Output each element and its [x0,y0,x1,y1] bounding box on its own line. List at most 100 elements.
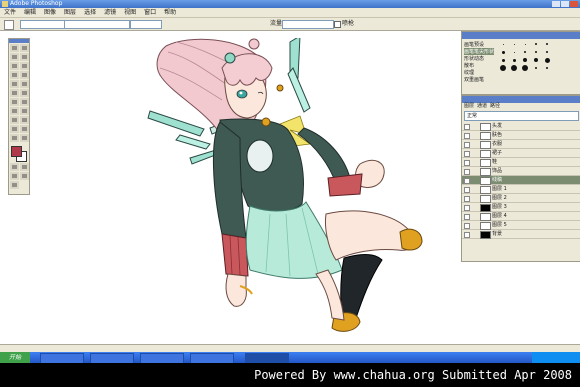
visibility-eye-icon[interactable] [464,169,470,175]
brush-tip[interactable] [543,41,551,47]
visibility-eye-icon[interactable] [464,142,470,148]
brush-tip[interactable] [521,49,529,55]
layer-row[interactable]: 图层 5 [462,221,580,230]
blur-tool-icon[interactable] [10,98,19,106]
brush-tip[interactable] [510,65,518,71]
crop-tool-icon[interactable] [10,62,19,70]
screen-mode-icon[interactable] [10,172,19,180]
healing-brush-tool-icon[interactable] [10,71,19,79]
brush-tip[interactable] [510,49,518,55]
flow-field[interactable] [282,20,334,29]
minimize-button[interactable] [552,1,560,7]
gradient-tool-icon[interactable] [20,89,29,97]
jump-to-imageready-icon[interactable] [10,181,19,189]
brush-tip[interactable] [499,41,507,47]
layer-row[interactable]: 裙子 [462,149,580,158]
type-tool-icon[interactable] [20,107,29,115]
layer-row[interactable]: 肤色 [462,131,580,140]
brush-tip[interactable] [532,49,540,55]
layer-row[interactable]: 饰品 [462,167,580,176]
pen-tool-icon[interactable] [10,116,19,124]
layer-row[interactable]: 衣服 [462,140,580,149]
visibility-eye-icon[interactable] [464,133,470,139]
tab-channels[interactable]: 通道 [477,103,487,110]
slice-tool-icon[interactable] [20,62,29,70]
brush-tip[interactable] [532,57,540,63]
dodge-tool-icon[interactable] [20,98,29,106]
brush-tool-preset-icon[interactable] [4,20,14,30]
marquee-tool-icon[interactable] [10,44,19,52]
start-button[interactable]: 开始 [0,352,30,363]
menu-edit[interactable]: 编辑 [20,8,40,17]
brush-tip[interactable] [510,41,518,47]
brush-tab-tip-shape[interactable]: 画笔笔尖形状 [464,48,495,55]
menu-layer[interactable]: 图层 [60,8,80,17]
brush-tip[interactable] [532,41,540,47]
layer-row[interactable]: 线稿 [462,176,580,185]
brush-tip[interactable] [499,57,507,63]
brush-tab-presets[interactable]: 画笔预设 [464,41,484,48]
hand-tool-icon[interactable] [10,134,19,142]
brush-tip[interactable] [499,65,507,71]
move-tool-icon[interactable] [20,44,29,52]
menu-file[interactable]: 文件 [0,8,20,17]
brush-tool-icon[interactable] [20,71,29,79]
menu-select[interactable]: 选择 [80,8,100,17]
brush-tab-dual-brush[interactable]: 双重画笔 [464,76,484,83]
menu-help[interactable]: 帮助 [160,8,180,17]
path-selection-tool-icon[interactable] [10,107,19,115]
layer-row[interactable]: 图层 2 [462,194,580,203]
brush-tab-scattering[interactable]: 散布 [464,62,474,69]
eraser-tool-icon[interactable] [10,89,19,97]
close-button[interactable] [570,1,578,7]
visibility-eye-icon[interactable] [464,124,470,130]
layer-row[interactable]: 鞋 [462,158,580,167]
brushes-panel-header[interactable] [462,32,580,39]
layers-panel-header[interactable] [462,96,580,103]
visibility-eye-icon[interactable] [464,232,470,238]
visibility-eye-icon[interactable] [464,178,470,184]
brush-tip[interactable] [543,49,551,55]
visibility-eye-icon[interactable] [464,187,470,193]
visibility-eye-icon[interactable] [464,151,470,157]
layer-row[interactable]: 图层 3 [462,203,580,212]
visibility-eye-icon[interactable] [464,160,470,166]
visibility-eye-icon[interactable] [464,214,470,220]
lasso-tool-icon[interactable] [10,53,19,61]
tab-paths[interactable]: 路径 [490,103,500,110]
clone-stamp-tool-icon[interactable] [10,80,19,88]
brush-tip[interactable] [499,49,507,55]
layer-row[interactable]: 图层 4 [462,212,580,221]
mode-select[interactable] [64,20,130,29]
menu-window[interactable]: 窗口 [140,8,160,17]
maximize-button[interactable] [561,1,569,7]
history-brush-tool-icon[interactable] [20,80,29,88]
brush-tip[interactable] [521,57,529,63]
visibility-eye-icon[interactable] [464,205,470,211]
magic-wand-tool-icon[interactable] [20,53,29,61]
brush-tip[interactable] [543,65,551,71]
brush-tip[interactable] [543,57,551,63]
brush-tip[interactable] [532,65,540,71]
layer-row[interactable]: 图层 1 [462,185,580,194]
menu-image[interactable]: 图像 [40,8,60,17]
opacity-field[interactable] [130,20,162,29]
visibility-eye-icon[interactable] [464,196,470,202]
blend-mode-select[interactable]: 正常 [464,111,579,121]
brush-picker[interactable] [20,20,66,29]
shape-tool-icon[interactable] [20,116,29,124]
menu-filter[interactable]: 滤镜 [100,8,120,17]
quick-mask-icon[interactable] [10,163,19,171]
brush-tab-shape-dynamics[interactable]: 形状动态 [464,55,484,62]
brush-tip[interactable] [521,65,529,71]
foreground-color-swatch[interactable] [11,146,22,157]
eyedropper-tool-icon[interactable] [20,125,29,133]
brush-tip[interactable] [521,41,529,47]
menu-view[interactable]: 视图 [120,8,140,17]
notes-tool-icon[interactable] [10,125,19,133]
airbrush-checkbox[interactable] [334,21,341,28]
layer-row[interactable]: 头发 [462,122,580,131]
tab-layers[interactable]: 图层 [464,103,474,110]
visibility-eye-icon[interactable] [464,223,470,229]
standard-mode-icon[interactable] [20,163,29,171]
